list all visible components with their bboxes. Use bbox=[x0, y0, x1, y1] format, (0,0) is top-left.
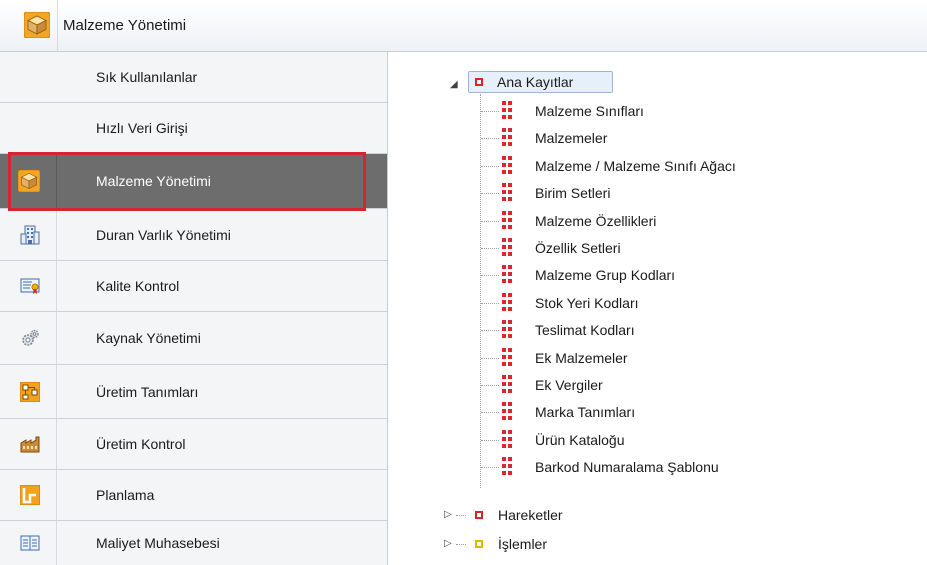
expand-triangle-icon[interactable]: ▷ bbox=[444, 539, 452, 549]
certificate-icon bbox=[20, 278, 40, 294]
tree-guide-line bbox=[481, 111, 499, 112]
tree-node-label: İşlemler bbox=[498, 536, 548, 552]
tree-node-label: Ana Kayıtlar bbox=[497, 74, 574, 90]
tree-node-label: Stok Yeri Kodları bbox=[535, 295, 639, 311]
tree-guide-line bbox=[456, 515, 466, 516]
node-dots-icon bbox=[502, 211, 512, 231]
node-dots-icon bbox=[502, 457, 512, 477]
tree-node-label: Özellik Setleri bbox=[535, 240, 621, 256]
tree-guide-line bbox=[481, 138, 499, 139]
node-dots-icon bbox=[502, 375, 512, 395]
tree-guide-line bbox=[481, 467, 499, 468]
header-separator bbox=[57, 0, 58, 52]
nav-item-label: Kaynak Yönetimi bbox=[96, 330, 201, 346]
nav-icon-cell bbox=[0, 419, 57, 469]
header-title: Malzeme Yönetimi bbox=[63, 17, 187, 34]
tree-node-label: Teslimat Kodları bbox=[535, 322, 635, 338]
tree-guide-line bbox=[481, 166, 499, 167]
nav-item-duran-varlik-yonetimi[interactable]: Duran Varlık Yönetimi bbox=[0, 209, 387, 261]
module-header: Malzeme Yönetimi bbox=[0, 0, 927, 52]
tree-guide-line bbox=[481, 221, 499, 222]
package-box-icon bbox=[18, 170, 40, 192]
nav-item-uretim-tanimlari[interactable]: Üretim Tanımları bbox=[0, 365, 387, 419]
nav-icon-cell bbox=[0, 521, 57, 565]
tree-guide-line bbox=[481, 412, 499, 413]
node-dots-icon bbox=[502, 348, 512, 368]
tree-node-label: Barkod Numaralama Şablonu bbox=[535, 459, 719, 475]
tree-node-label: Marka Tanımları bbox=[535, 404, 636, 420]
nav-item-maliyet-muhasebesi[interactable]: Maliyet Muhasebesi bbox=[0, 521, 387, 565]
node-dots-icon bbox=[502, 430, 512, 450]
tree-guide-line bbox=[481, 330, 499, 331]
tree-guide-line bbox=[481, 275, 499, 276]
nav-item-label: Duran Varlık Yönetimi bbox=[96, 226, 231, 243]
tree-node-label: Malzeme Sınıfları bbox=[535, 103, 644, 119]
nav-item-hizli-veri-girisi[interactable]: Hızlı Veri Girişi bbox=[0, 103, 387, 154]
tree-guide-line bbox=[481, 440, 499, 441]
expand-triangle-icon[interactable]: ▷ bbox=[444, 510, 452, 520]
nav-item-planlama[interactable]: Planlama bbox=[0, 470, 387, 521]
nav-icon-cell bbox=[0, 261, 57, 311]
tree-guide-line bbox=[456, 544, 466, 545]
node-dots-icon bbox=[502, 238, 512, 258]
tree-guide-line bbox=[480, 94, 481, 488]
red-square-node-icon bbox=[475, 511, 483, 519]
nav-icon-cell bbox=[0, 470, 57, 520]
tree-node-label: Malzeme Özellikleri bbox=[535, 213, 657, 229]
nav-item-label: Planlama bbox=[96, 487, 155, 503]
nav-item-label: Hızlı Veri Girişi bbox=[96, 120, 188, 136]
building-icon bbox=[20, 225, 40, 244]
package-box-icon bbox=[24, 12, 50, 38]
nav-item-kaynak-yonetimi[interactable]: Kaynak Yönetimi bbox=[0, 312, 387, 365]
ledger-icon bbox=[20, 535, 40, 551]
node-dots-icon bbox=[502, 128, 512, 148]
node-dots-icon bbox=[502, 402, 512, 422]
tree-node-label: Malzeme / Malzeme Sınıfı Ağacı bbox=[535, 158, 736, 174]
nav-item-uretim-kontrol[interactable]: Üretim Kontrol bbox=[0, 419, 387, 470]
tree-node-label: Hareketler bbox=[498, 507, 563, 523]
yellow-square-node-icon bbox=[475, 540, 483, 548]
tree-node-label: Malzemeler bbox=[535, 130, 608, 146]
tree-view[interactable]: ◢ Ana Kayıtlar Malzeme Sınıfları Malzemel… bbox=[420, 52, 927, 565]
tree-guide-line bbox=[481, 248, 499, 249]
nav-item-malzeme-yonetimi[interactable]: Malzeme Yönetimi bbox=[0, 154, 387, 209]
tree-guide-line bbox=[481, 385, 499, 386]
red-square-node-icon bbox=[475, 78, 483, 86]
planning-icon bbox=[20, 485, 40, 505]
nav-item-label: Maliyet Muhasebesi bbox=[96, 535, 220, 551]
node-dots-icon bbox=[502, 101, 512, 121]
nav-item-label: Kalite Kontrol bbox=[96, 278, 180, 294]
module-navigation: Sık Kullanılanlar Hızlı Veri Girişi Malz… bbox=[0, 52, 388, 565]
nav-icon-cell bbox=[0, 154, 57, 208]
tree-node-label: Ek Malzemeler bbox=[535, 350, 628, 366]
flowchart-icon bbox=[20, 381, 40, 402]
factory-icon bbox=[20, 436, 40, 453]
tree-node-label: Malzeme Grup Kodları bbox=[535, 267, 676, 283]
tree-node-label: Ürün Kataloğu bbox=[535, 432, 625, 448]
node-dots-icon bbox=[502, 293, 512, 313]
node-dots-icon bbox=[502, 183, 512, 203]
nav-item-sik-kullanilanlar[interactable]: Sık Kullanılanlar bbox=[0, 52, 387, 103]
nav-item-label: Sık Kullanılanlar bbox=[96, 69, 198, 85]
nav-item-label: Malzeme Yönetimi bbox=[96, 173, 211, 189]
tree-guide-line bbox=[481, 303, 499, 304]
node-dots-icon bbox=[502, 156, 512, 176]
tree-node-label: Birim Setleri bbox=[535, 185, 611, 201]
tree-guide-line bbox=[481, 358, 499, 359]
gears-icon bbox=[22, 329, 39, 346]
nav-icon-cell bbox=[0, 312, 57, 364]
collapse-triangle-icon[interactable]: ◢ bbox=[450, 80, 458, 90]
nav-icon-cell bbox=[0, 365, 57, 418]
tree-node-label: Ek Vergiler bbox=[535, 377, 603, 393]
node-dots-icon bbox=[502, 265, 512, 285]
nav-item-kalite-kontrol[interactable]: Kalite Kontrol bbox=[0, 261, 387, 312]
nav-icon-cell bbox=[0, 209, 57, 260]
nav-item-label: Üretim Kontrol bbox=[96, 436, 186, 452]
node-dots-icon bbox=[502, 320, 512, 340]
nav-item-label: Üretim Tanımları bbox=[96, 383, 199, 400]
tree-guide-line bbox=[481, 193, 499, 194]
